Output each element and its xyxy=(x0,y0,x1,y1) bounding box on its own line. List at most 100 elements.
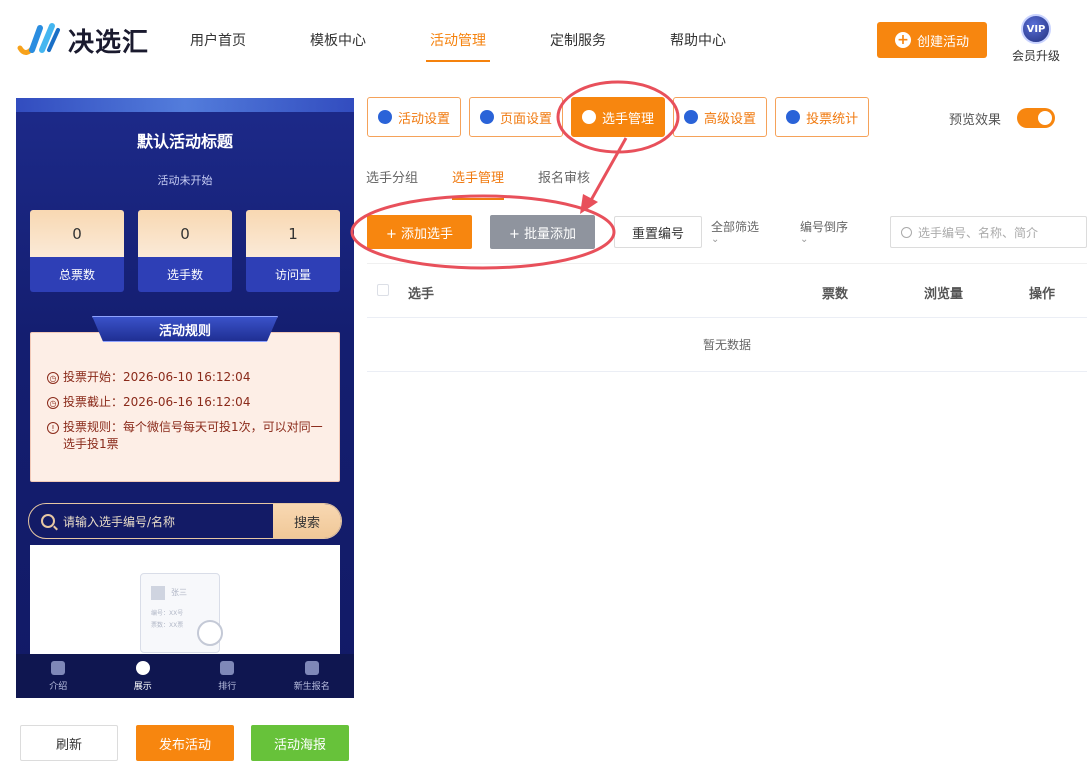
preview-effect-label: 预览效果 xyxy=(949,113,1002,128)
preview-search-button[interactable]: 搜索 xyxy=(273,504,341,538)
clock-icon: ◷ xyxy=(47,397,59,409)
preview-tabbar: 介绍 展示 排行 新生报名 xyxy=(16,654,354,698)
trophy-icon xyxy=(51,660,66,675)
mobile-preview: 默认活动标题 活动未开始 0 总票数 0 选手数 1 访问量 ◷ 投票开始：20… xyxy=(16,98,354,698)
preview-search-bar: 请输入选手编号/名称 搜索 xyxy=(28,503,342,539)
subtab-review[interactable]: 报名审核 xyxy=(538,167,590,200)
top-header: 决选汇 用户首页 模板中心 活动管理 定制服务 帮助中心 + 创建活动 VIP … xyxy=(0,0,1087,80)
stat-label: 总票数 xyxy=(30,257,124,292)
tab-label: 选手管理 xyxy=(602,111,655,127)
placeholder-code: 编号：XX号 xyxy=(151,610,184,617)
rule-text: 投票截止：2026-06-16 16:12:04 xyxy=(63,395,251,409)
empty-contestant-card: 张三 编号：XX号 票数：XX票 xyxy=(30,545,340,665)
tab-activity-settings[interactable]: 活动设置 xyxy=(367,97,462,137)
tab-page-settings[interactable]: 页面设置 xyxy=(469,97,564,137)
publish-activity-button[interactable]: 发布活动 xyxy=(136,725,234,761)
sort-order-dropdown[interactable]: 编号倒序 ⌄ xyxy=(800,218,848,245)
empty-placeholder-icon: 张三 编号：XX号 票数：XX票 xyxy=(140,573,223,653)
sort-order-label: 编号倒序 xyxy=(800,220,849,234)
chevron-down-icon: ⌄ xyxy=(711,234,720,245)
logo-icon xyxy=(17,23,60,55)
filter-all-dropdown[interactable]: 全部筛选 ⌄ xyxy=(711,218,759,245)
preview-status: 活动未开始 xyxy=(157,174,213,187)
search-icon xyxy=(41,514,55,528)
gear-icon xyxy=(480,110,495,124)
header-votes: 票数 xyxy=(822,287,849,302)
info-icon: ! xyxy=(47,422,59,434)
tab-label: 排行 xyxy=(218,681,237,692)
preview-top-decoration xyxy=(16,98,354,112)
stat-value: 0 xyxy=(138,210,232,257)
rules-banner: 活动规则 xyxy=(92,316,278,342)
sliders-icon xyxy=(684,110,699,124)
batch-add-button[interactable]: + 批量添加 xyxy=(490,215,595,249)
sub-tabs: 选手分组 选手管理 报名审核 xyxy=(366,167,624,200)
stat-value: 0 xyxy=(30,210,124,257)
tab-contestant-management[interactable]: 选手管理 xyxy=(571,97,666,137)
stat-label: 访问量 xyxy=(246,257,340,292)
reset-number-button[interactable]: 重置编号 xyxy=(614,216,702,248)
preview-title: 默认活动标题 xyxy=(136,132,233,151)
select-all-checkbox[interactable] xyxy=(377,284,389,296)
tab-vote-stats[interactable]: 投票统计 xyxy=(775,97,870,137)
activity-poster-button[interactable]: 活动海报 xyxy=(251,725,349,761)
header-contestant: 选手 xyxy=(408,287,435,302)
search-placeholder: 选手编号、名称、简介 xyxy=(918,225,1039,240)
add-contestant-button[interactable]: + 添加选手 xyxy=(367,215,472,249)
refresh-button[interactable]: 刷新 xyxy=(20,725,118,761)
plus-circle-icon: + xyxy=(894,32,911,48)
rules-title: 活动规则 xyxy=(158,323,211,339)
preview-effect-toggle[interactable] xyxy=(1017,108,1055,128)
tab-showcase[interactable]: 展示 xyxy=(101,654,186,698)
vip-upgrade[interactable]: VIP 会员升级 xyxy=(1006,14,1066,64)
user-badge-icon xyxy=(304,660,319,675)
nav-item-help[interactable]: 帮助中心 xyxy=(670,30,726,60)
medal-icon xyxy=(220,660,235,675)
nav-item-activity-management[interactable]: 活动管理 xyxy=(426,30,490,62)
preview-search-input[interactable]: 请输入选手编号/名称 xyxy=(63,513,273,530)
rule-end: ◷ 投票截止：2026-06-16 16:12:04 xyxy=(47,394,325,411)
table-empty-row: 暂无数据 xyxy=(367,318,1087,372)
brand-name: 决选汇 xyxy=(68,27,150,58)
tab-label: 高级设置 xyxy=(704,111,757,127)
shield-icon xyxy=(135,660,150,675)
header-views: 浏览量 xyxy=(924,287,964,302)
users-icon xyxy=(582,110,597,124)
tab-ranking[interactable]: 排行 xyxy=(185,654,270,698)
tab-label: 展示 xyxy=(133,681,152,692)
rule-text: 投票规则：每个微信号每天可投1次，可以对同一选手投1票 xyxy=(63,420,323,451)
nav-item-custom-service[interactable]: 定制服务 xyxy=(550,30,606,60)
rule-start: ◷ 投票开始：2026-06-10 16:12:04 xyxy=(47,369,325,386)
tab-advanced-settings[interactable]: 高级设置 xyxy=(673,97,768,137)
contestant-table-header: 选手 票数 浏览量 操作 xyxy=(367,263,1087,318)
subtab-contestants[interactable]: 选手管理 xyxy=(452,167,505,200)
nav-item-templates[interactable]: 模板中心 xyxy=(310,30,366,60)
contestant-search-input[interactable]: 选手编号、名称、简介 xyxy=(890,216,1087,248)
nav-item-home[interactable]: 用户首页 xyxy=(190,30,246,60)
vip-upgrade-label: 会员升级 xyxy=(1011,49,1060,63)
tab-label: 投票统计 xyxy=(806,111,859,127)
subtab-groups[interactable]: 选手分组 xyxy=(366,167,418,200)
bar-chart-icon xyxy=(786,110,801,124)
create-activity-label: 创建活动 xyxy=(916,34,969,50)
stat-visits: 1 访问量 xyxy=(246,210,340,292)
stat-value: 1 xyxy=(246,210,340,257)
header-operations: 操作 xyxy=(1029,287,1056,302)
tab-signup[interactable]: 新生报名 xyxy=(270,654,355,698)
stat-total-votes: 0 总票数 xyxy=(30,210,124,292)
placeholder-votes: 票数：XX票 xyxy=(151,622,184,629)
brand-logo[interactable]: 决选汇 xyxy=(16,20,149,60)
star-circle-icon xyxy=(378,110,392,124)
tab-label: 活动设置 xyxy=(398,111,451,127)
avatar-placeholder xyxy=(151,586,165,600)
rule-policy: ! 投票规则：每个微信号每天可投1次，可以对同一选手投1票 xyxy=(47,419,325,453)
rules-box: ◷ 投票开始：2026-06-10 16:12:04 ◷ 投票截止：2026-0… xyxy=(30,332,340,482)
stat-contestants: 0 选手数 xyxy=(138,210,232,292)
main-nav: 用户首页 模板中心 活动管理 定制服务 帮助中心 xyxy=(190,30,790,62)
placeholder-name: 张三 xyxy=(171,588,187,597)
tab-intro[interactable]: 介绍 xyxy=(16,654,101,698)
tab-label: 介绍 xyxy=(49,681,68,692)
create-activity-button[interactable]: + 创建活动 xyxy=(877,22,987,58)
filter-all-label: 全部筛选 xyxy=(711,220,760,234)
clock-icon: ◷ xyxy=(47,372,59,384)
